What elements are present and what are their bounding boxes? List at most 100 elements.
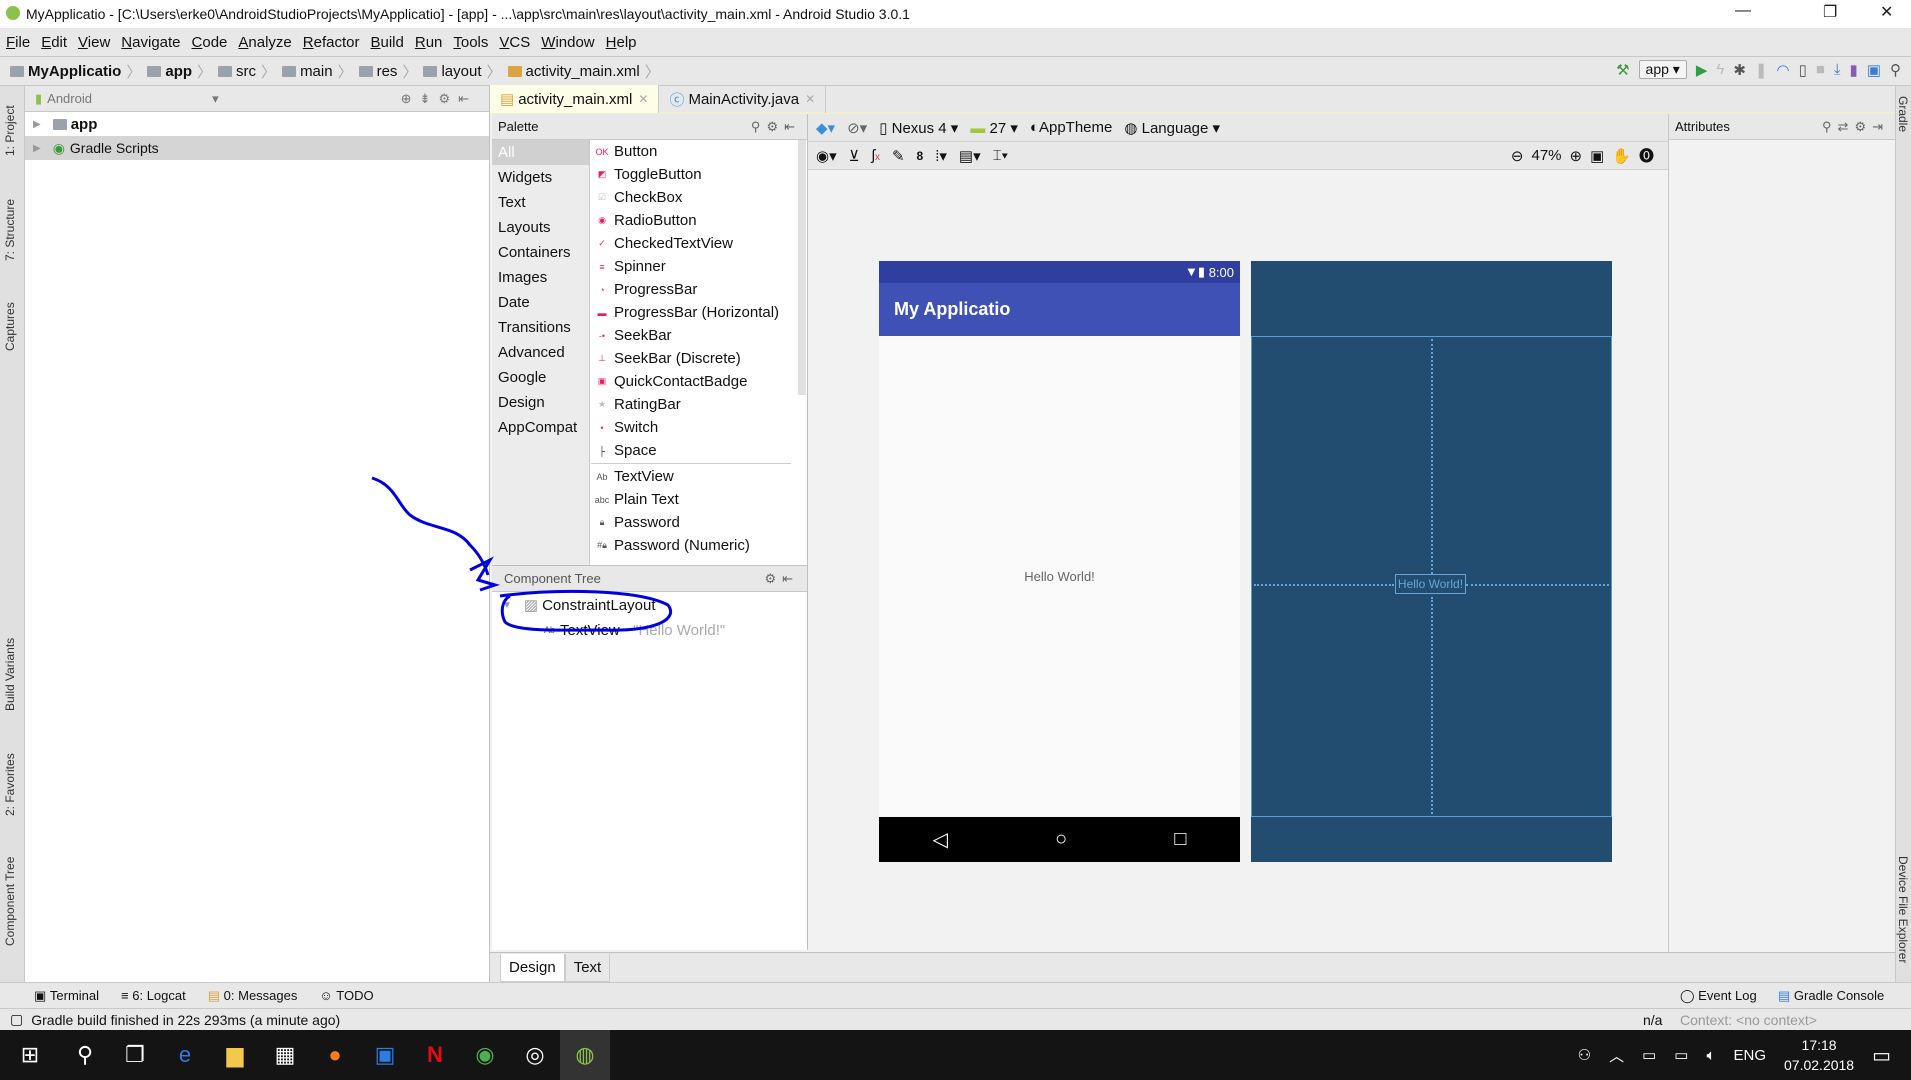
tab-main-activity-java[interactable]: ⓒ MainActivity.java ✕ <box>659 85 827 113</box>
palette-item[interactable]: 🔒︎ Password <box>591 511 791 534</box>
attach-debugger-icon[interactable]: ▯ <box>1799 61 1807 79</box>
design-surface-icon[interactable]: ◆▾ <box>816 119 835 137</box>
show-hidden-icons[interactable]: ︿ <box>1609 1045 1624 1066</box>
profile-icon[interactable]: ◠ <box>1776 61 1789 79</box>
logcat-button[interactable]: ≡ 6: Logcat <box>121 988 186 1003</box>
tool-structure[interactable]: 7: Structure <box>3 199 17 261</box>
palette-category-containers[interactable]: Containers <box>492 240 589 265</box>
pan-icon[interactable]: ✋ <box>1612 147 1631 165</box>
store-icon[interactable]: ▦ <box>260 1030 310 1080</box>
task-view-button[interactable]: ❐ <box>110 1030 160 1080</box>
palette-category-layouts[interactable]: Layouts <box>492 215 589 240</box>
palette-item[interactable]: ◔ ProgressBar <box>591 278 791 301</box>
stop-icon[interactable]: ■ <box>1816 61 1825 78</box>
palette-item[interactable]: ▬ ProgressBar (Horizontal) <box>591 301 791 324</box>
phone-preview[interactable]: ▼▮ 8:00 My Applicatio Hello World! ◁ ○ □ <box>879 261 1240 862</box>
palette-category-images[interactable]: Images <box>492 265 589 290</box>
menu-vcs[interactable]: VCS <box>499 34 530 51</box>
build-hammer-icon[interactable]: ⚒ <box>1616 61 1629 79</box>
palette-category-google[interactable]: Google <box>492 365 589 390</box>
tool-project[interactable]: 1: Project <box>3 105 17 156</box>
warnings-icon[interactable]: ⓿ <box>1639 145 1654 166</box>
palette-item[interactable]: ├ Space <box>591 439 791 462</box>
breadcrumb-src[interactable]: src 〉 <box>218 61 276 82</box>
app-p-icon[interactable]: ▣ <box>360 1030 410 1080</box>
coverage-icon[interactable]: ❚ <box>1755 61 1768 79</box>
blueprint-textview[interactable]: Hello World! <box>1395 574 1466 594</box>
tab-activity-main-xml[interactable]: ▤ activity_main.xml ✕ <box>490 85 660 113</box>
close-tab-icon[interactable]: ✕ <box>805 92 815 106</box>
minimize-button[interactable]: — <box>1735 2 1751 20</box>
messages-button[interactable]: ▤ 0: Messages <box>208 988 298 1004</box>
palette-search-icon[interactable]: ⚲⚙⇤ <box>751 119 801 135</box>
tool-build-variants[interactable]: Build Variants <box>3 638 17 711</box>
menu-window[interactable]: Window <box>541 34 594 51</box>
run-icon[interactable]: ▶ <box>1696 61 1708 79</box>
breadcrumb-res[interactable]: res 〉 <box>358 61 417 82</box>
palette-category-all[interactable]: All <box>492 140 589 165</box>
palette-item[interactable]: ▣ QuickContactBadge <box>591 370 791 393</box>
tree-item-app[interactable]: ▶ app <box>25 112 489 136</box>
breadcrumb-project[interactable]: MyApplicatio 〉 <box>10 61 141 82</box>
panel-settings-icon[interactable]: ⊕⇟⚙⇤ <box>401 91 477 107</box>
theme-button[interactable]: ◐AppTheme <box>1030 119 1112 136</box>
tool-captures[interactable]: Captures <box>3 302 17 351</box>
palette-item[interactable]: ⊥ SeekBar (Discrete) <box>591 347 791 370</box>
palette-category-date[interactable]: Date <box>492 290 589 315</box>
menu-refactor[interactable]: Refactor <box>303 34 360 51</box>
file-explorer-icon[interactable]: ▆ <box>210 1030 260 1080</box>
menu-edit[interactable]: Edit <box>41 34 67 51</box>
search-icon[interactable]: ⚲ <box>1890 61 1901 79</box>
tool-component-tree[interactable]: Component Tree <box>3 857 17 946</box>
zoom-fit-icon[interactable]: ▣ <box>1590 147 1604 165</box>
close-button[interactable]: ✕ <box>1880 2 1893 22</box>
palette-category-appcompat[interactable]: AppCompat <box>492 415 589 440</box>
tab-text[interactable]: Text <box>564 953 611 982</box>
breadcrumb-layout[interactable]: layout 〉 <box>423 61 502 82</box>
edge-icon[interactable]: e <box>160 1030 210 1080</box>
todo-button[interactable]: ☺ TODO <box>319 988 373 1003</box>
tree-node-constraintlayout[interactable]: ▼ ▨ ConstraintLayout <box>492 592 807 618</box>
api-dropdown[interactable]: ▬ 27 ▾ <box>970 119 1018 137</box>
menu-tools[interactable]: Tools <box>453 34 488 51</box>
palette-item[interactable]: ≡ Spinner <box>591 255 791 278</box>
search-button[interactable]: ⚲ <box>60 1030 110 1080</box>
debug-icon[interactable]: ✱ <box>1733 61 1746 79</box>
palette-item[interactable]: • Switch <box>591 416 791 439</box>
language-dropdown[interactable]: ◍ Language ▾ <box>1124 119 1220 137</box>
start-button[interactable]: ⊞ <box>0 1030 60 1080</box>
action-center-icon[interactable]: ▭ <box>1872 1043 1891 1068</box>
tab-design[interactable]: Design <box>500 953 565 982</box>
device-dropdown[interactable]: ▯ Nexus 4 ▾ <box>879 119 958 137</box>
battery-icon[interactable]: ▭ <box>1642 1046 1656 1064</box>
pack-icon[interactable]: ⁞▾ <box>935 147 947 165</box>
run-config-dropdown[interactable]: app ▾ <box>1638 60 1687 79</box>
palette-item[interactable]: abc Plain Text <box>591 488 791 511</box>
menu-run[interactable]: Run <box>415 34 443 51</box>
palette-item[interactable]: -• SeekBar <box>591 324 791 347</box>
apply-changes-icon[interactable]: ϟ <box>1716 61 1724 78</box>
menu-view[interactable]: View <box>78 34 110 51</box>
orientation-icon[interactable]: ⊘▾ <box>847 119 867 137</box>
status-message[interactable]: Gradle build finished in 22s 293ms (a mi… <box>31 1012 340 1028</box>
project-view-selector[interactable]: ▮ Android ▾ ⊕⇟⚙⇤ <box>25 86 489 112</box>
menu-analyze[interactable]: Analyze <box>238 34 291 51</box>
network-icon[interactable]: ▭ <box>1674 1046 1688 1064</box>
breadcrumb-main[interactable]: main 〉 <box>282 61 353 82</box>
palette-item[interactable]: #🔒︎ Password (Numeric) <box>591 534 791 557</box>
palette-category-widgets[interactable]: Widgets <box>492 165 589 190</box>
palette-category-advanced[interactable]: Advanced <box>492 340 589 365</box>
people-icon[interactable]: ⚇ <box>1578 1046 1591 1064</box>
clear-constraints-icon[interactable]: ʃx <box>872 147 880 164</box>
align-icon[interactable]: ▤▾ <box>959 147 981 165</box>
palette-item[interactable]: ◩ ToggleButton <box>591 163 791 186</box>
breadcrumb-app[interactable]: app 〉 <box>147 61 212 82</box>
volume-icon[interactable]: 🔈︎ <box>1706 1047 1715 1064</box>
android-studio-taskbar-icon[interactable]: ◍ <box>560 1030 610 1080</box>
palette-category-text[interactable]: Text <box>492 190 589 215</box>
menu-code[interactable]: Code <box>192 34 228 51</box>
tool-windows-toggle-icon[interactable]: ▢ <box>10 1011 23 1028</box>
menu-navigate[interactable]: Navigate <box>121 34 180 51</box>
media-app-icon[interactable]: ◎ <box>510 1030 560 1080</box>
default-margin[interactable]: 8 <box>917 149 924 163</box>
